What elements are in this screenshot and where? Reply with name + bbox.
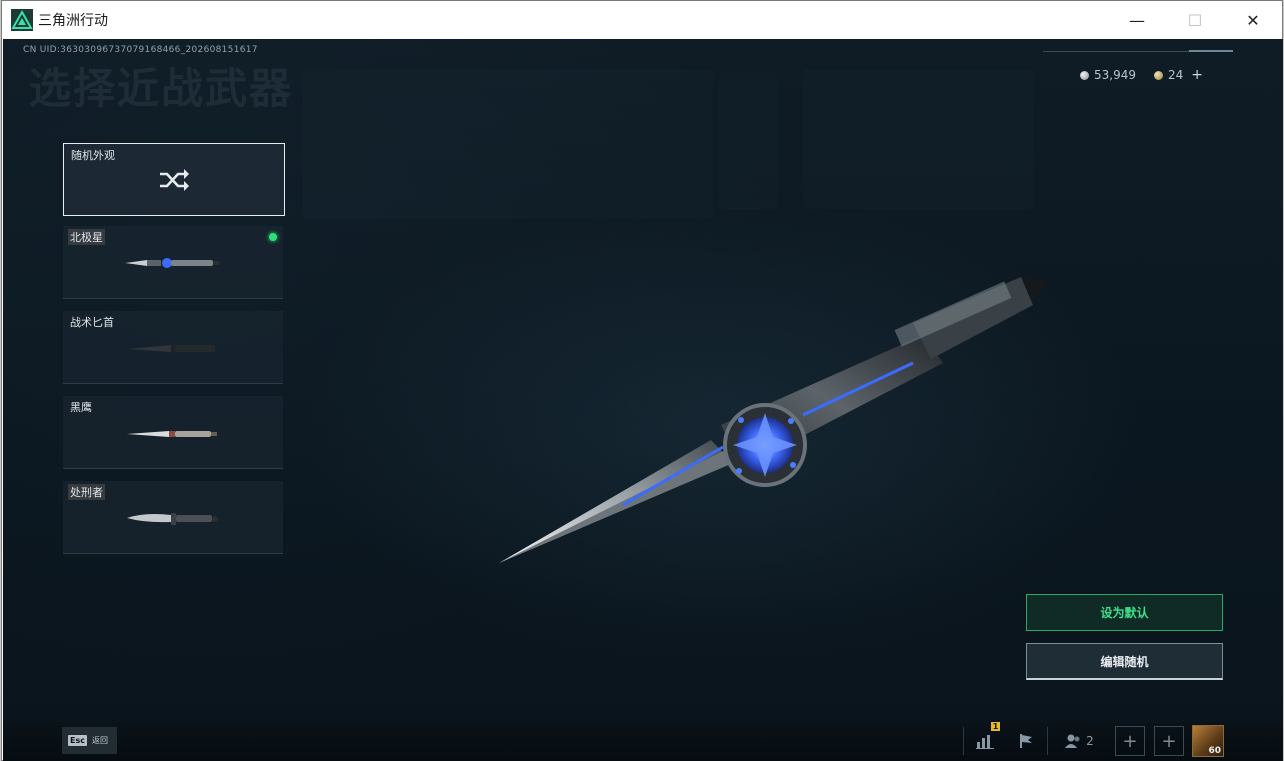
bottom-bar: Esc 返回 1 2 + + 60	[3, 722, 1283, 761]
top-divider-accent	[1189, 50, 1233, 52]
plus-icon: +	[1115, 726, 1145, 756]
silver-amount: 53,949	[1093, 68, 1136, 82]
player-uid: CN UID:36303096737079168466_202608151617	[23, 45, 258, 55]
knife-blackhawk-thumbnail	[127, 431, 217, 437]
background-panel	[803, 69, 1033, 209]
silver-currency: 53,949	[1079, 68, 1136, 82]
maximize-button[interactable]: ☐	[1166, 1, 1224, 39]
close-button[interactable]: ✕	[1224, 1, 1282, 39]
friends-button[interactable]: 2	[1061, 725, 1097, 757]
gold-amount: 24	[1167, 68, 1184, 82]
weapon-name: 黑鹰	[70, 401, 92, 414]
notification-badge: 1	[991, 722, 1000, 731]
weapon-name: 处刑者	[68, 484, 105, 500]
friends-count: 2	[1086, 734, 1094, 748]
flag-button[interactable]	[1013, 725, 1039, 757]
edit-random-button[interactable]: 编辑随机	[1026, 643, 1223, 680]
knife-tactical-thumbnail	[127, 342, 215, 355]
currency-display: 53,949 24 +	[1079, 67, 1203, 83]
divider	[1047, 727, 1048, 755]
add-currency-button[interactable]: +	[1191, 67, 1203, 83]
esc-key-hint: Esc	[68, 735, 87, 746]
background-panel	[303, 69, 713, 219]
friends-icon	[1065, 734, 1080, 748]
page-title: 选择近战武器	[29, 64, 294, 113]
weapon-list: 随机外观 北极星 战术匕首 黑鹰 处刑者	[63, 143, 285, 566]
app-window: 三角洲行动 — ☐ ✕ CN UID:36303096737079168466_…	[1, 0, 1283, 761]
weapon-card-black-hawk[interactable]: 黑鹰	[63, 396, 283, 469]
divider	[963, 727, 964, 755]
set-default-button[interactable]: 设为默认	[1026, 594, 1223, 631]
knife-3d-preview	[499, 277, 1049, 563]
weapon-card-polaris[interactable]: 北极星	[63, 226, 283, 299]
weapon-name: 战术匕首	[70, 316, 114, 329]
silver-coin-icon	[1079, 70, 1089, 80]
weapon-card-tactical-dagger[interactable]: 战术匕首	[63, 311, 283, 384]
gold-coin-icon	[1153, 70, 1163, 80]
weapon-card-executioner[interactable]: 处刑者	[63, 481, 283, 554]
minimize-button[interactable]: —	[1108, 1, 1166, 39]
player-level: 60	[1208, 746, 1221, 756]
window-controls: — ☐ ✕	[1108, 1, 1282, 39]
plus-icon: +	[1154, 726, 1184, 756]
bar-chart-icon	[976, 735, 994, 749]
game-viewport: CN UID:36303096737079168466_202608151617…	[3, 39, 1283, 761]
random-skin-label: 随机外观	[71, 149, 115, 162]
equipped-indicator	[269, 233, 277, 241]
random-skin-card[interactable]: 随机外观	[63, 143, 285, 216]
flag-icon	[1020, 734, 1032, 748]
back-label: 返回	[91, 736, 108, 745]
delta-force-logo-icon	[11, 9, 33, 31]
background-panel	[718, 79, 778, 209]
weapon-name: 北极星	[68, 229, 105, 245]
add-slot-button-2[interactable]: +	[1154, 725, 1184, 757]
back-button[interactable]: Esc 返回	[62, 727, 117, 754]
player-avatar[interactable]: 60	[1192, 725, 1224, 757]
knife-executioner-thumbnail	[127, 513, 218, 525]
shuffle-icon	[160, 169, 189, 191]
window-title: 三角洲行动	[38, 13, 108, 29]
knife-polaris-thumbnail	[125, 258, 219, 268]
title-bar: 三角洲行动 — ☐ ✕	[2, 1, 1282, 39]
stats-button[interactable]: 1	[971, 722, 1000, 757]
add-slot-button-1[interactable]: +	[1115, 725, 1145, 757]
gold-currency: 24 +	[1153, 67, 1203, 83]
